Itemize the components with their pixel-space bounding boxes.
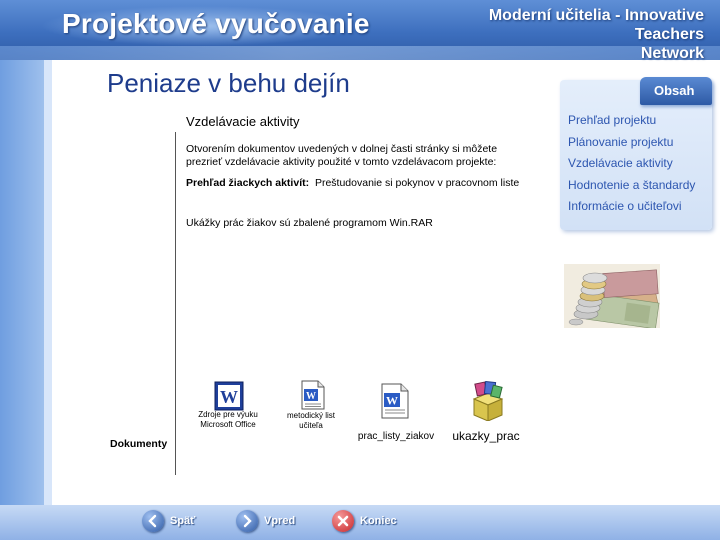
header-subtitle-line2: Teachers <box>634 26 704 43</box>
sidebar-item-learning-activities[interactable]: Vzdelávacie aktivity <box>568 153 695 175</box>
winrar-archive-icon[interactable] <box>470 381 506 421</box>
document-caption[interactable]: metodický list učiteľa <box>274 411 348 431</box>
word-document-icon[interactable]: W <box>214 381 244 411</box>
header-subtitle: Moderní učitelia - Innovative Teachers N… <box>489 6 704 63</box>
overview-link[interactable]: Preštudovanie si pokynov v pracovnom lis… <box>315 177 519 189</box>
end-button-label: Koniec <box>360 515 397 527</box>
header-banner: Projektové vyučovanie Moderní učitelia -… <box>0 0 720 63</box>
left-decor-inner <box>44 60 52 510</box>
svg-text:W: W <box>306 391 316 402</box>
rar-note: Ukážky prác žiakov sú zbalené programom … <box>186 217 433 229</box>
forward-button-label: Vpred <box>264 515 296 527</box>
overview-line: Prehľad žiackych aktivít: Preštudovanie … <box>186 177 519 189</box>
arrow-right-icon <box>236 510 258 532</box>
forward-button[interactable]: Vpred <box>236 509 295 533</box>
document-caption[interactable]: ukazky_prac <box>444 429 528 443</box>
document-caption-line: učiteľa <box>299 421 323 430</box>
word-file-icon[interactable]: W <box>380 383 410 419</box>
back-button[interactable]: Späť <box>142 509 195 533</box>
page-title: Peniaze v behu dejín <box>107 68 350 98</box>
money-photo <box>564 264 660 328</box>
svg-text:W: W <box>386 394 398 408</box>
sidebar-item-assessment-standards[interactable]: Hodnotenie a štandardy <box>568 175 695 197</box>
end-button[interactable]: Koniec <box>332 509 397 533</box>
document-caption-line: Microsoft Office <box>200 420 256 429</box>
header-subtitle-line3: Network <box>640 45 704 62</box>
left-decor-bar <box>0 60 52 510</box>
header-subtitle-line1: Moderní učitelia - Innovative <box>488 7 704 24</box>
close-icon <box>332 510 354 532</box>
sidebar-nav: Prehľad projektu Plánovanie projektu Vzd… <box>568 110 695 218</box>
intro-text: Otvorením dokumentov uvedených v dolnej … <box>186 143 498 168</box>
header-title: Projektové vyučovanie <box>62 8 370 39</box>
svg-text:W: W <box>220 387 238 407</box>
document-caption-line: Zdroje pre výuku <box>198 410 258 419</box>
documents-label: Dokumenty <box>110 438 168 450</box>
document-caption[interactable]: prac_listy_ziakov <box>356 431 436 442</box>
word-file-icon[interactable]: W <box>300 380 326 410</box>
content-divider <box>175 132 176 475</box>
section-heading: Vzdelávacie aktivity <box>186 114 300 129</box>
arrow-left-icon <box>142 510 164 532</box>
back-button-label: Späť <box>170 515 196 527</box>
document-caption[interactable]: Zdroje pre výuku Microsoft Office <box>186 410 270 430</box>
sidebar-tab: Obsah <box>640 77 712 105</box>
document-caption-line: metodický list <box>286 411 335 420</box>
overview-label: Prehľad žiackych aktivít: <box>186 177 310 189</box>
sidebar-item-project-overview[interactable]: Prehľad projektu <box>568 110 695 132</box>
sidebar-tab-label: Obsah <box>654 83 695 98</box>
sidebar-item-project-planning[interactable]: Plánovanie projektu <box>568 132 695 154</box>
sidebar-item-teacher-info[interactable]: Informácie o učiteľovi <box>568 196 695 218</box>
